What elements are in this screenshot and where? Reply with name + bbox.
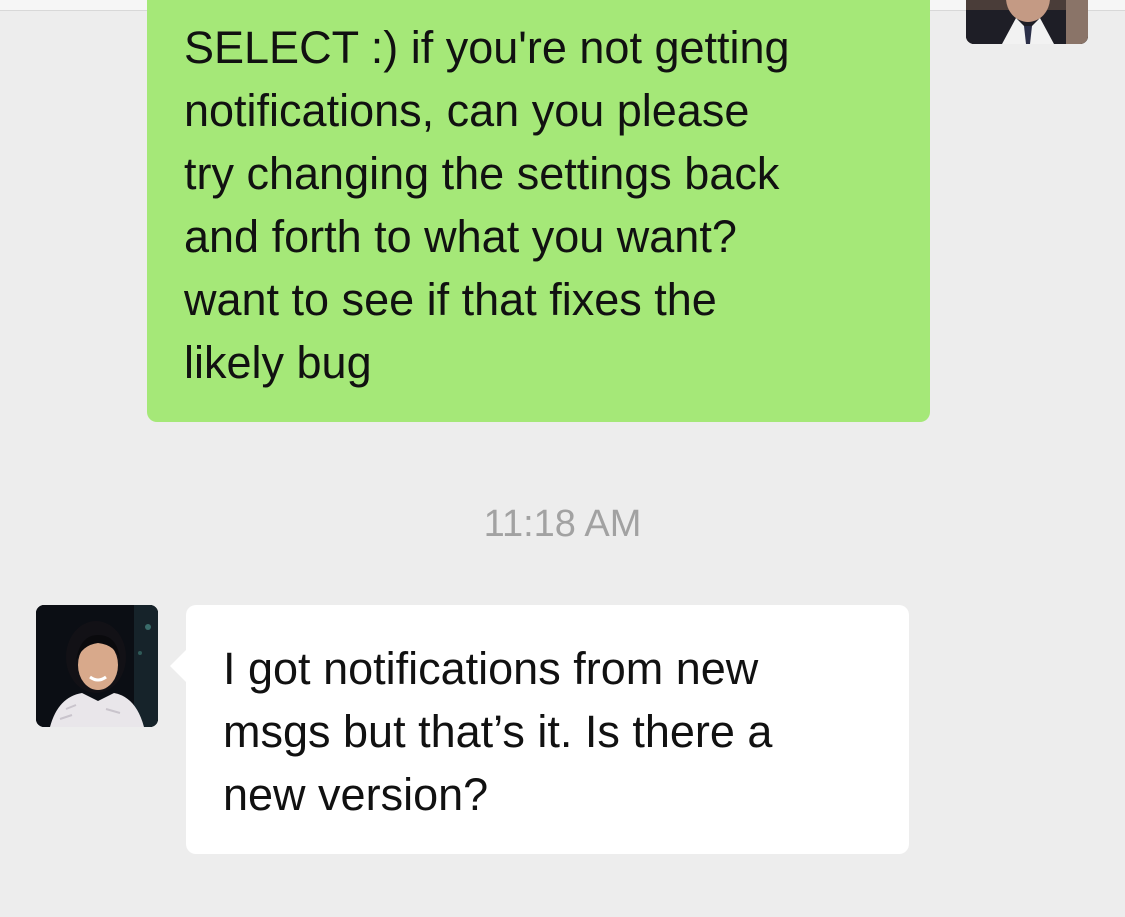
contact-avatar[interactable]: [36, 605, 158, 727]
incoming-message-bubble[interactable]: I got notifications from new msgs but th…: [170, 605, 909, 854]
contact-avatar-image: [36, 605, 158, 727]
outgoing-message-bubble[interactable]: SELECT :) if you're not getting notifica…: [147, 0, 930, 422]
own-avatar[interactable]: [966, 0, 1088, 44]
message-timestamp: 11:18 AM: [483, 503, 642, 545]
outgoing-message-text: SELECT :) if you're not getting notifica…: [184, 22, 790, 388]
own-avatar-image: [966, 0, 1088, 44]
incoming-message-text: I got notifications from new msgs but th…: [223, 643, 773, 820]
